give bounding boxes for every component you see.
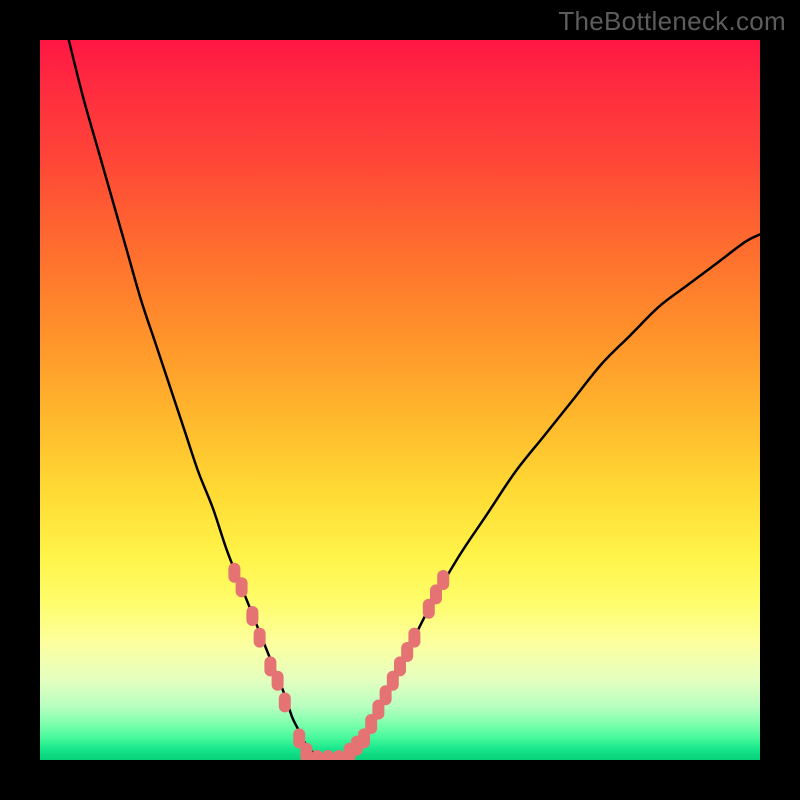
curve-marker (246, 606, 258, 626)
watermark-text: TheBottleneck.com (558, 6, 786, 37)
bottleneck-curve (69, 40, 760, 760)
curve-marker (300, 743, 312, 760)
chart-frame: TheBottleneck.com (0, 0, 800, 800)
curve-marker (236, 577, 248, 597)
curve-marker (408, 628, 420, 648)
chart-svg (40, 40, 760, 760)
curve-marker (279, 692, 291, 712)
curve-marker (322, 750, 334, 760)
plot-area (40, 40, 760, 760)
curve-marker (437, 570, 449, 590)
curve-marker (272, 671, 284, 691)
curve-marker (333, 750, 345, 760)
marker-group (228, 563, 449, 760)
curve-marker (254, 628, 266, 648)
